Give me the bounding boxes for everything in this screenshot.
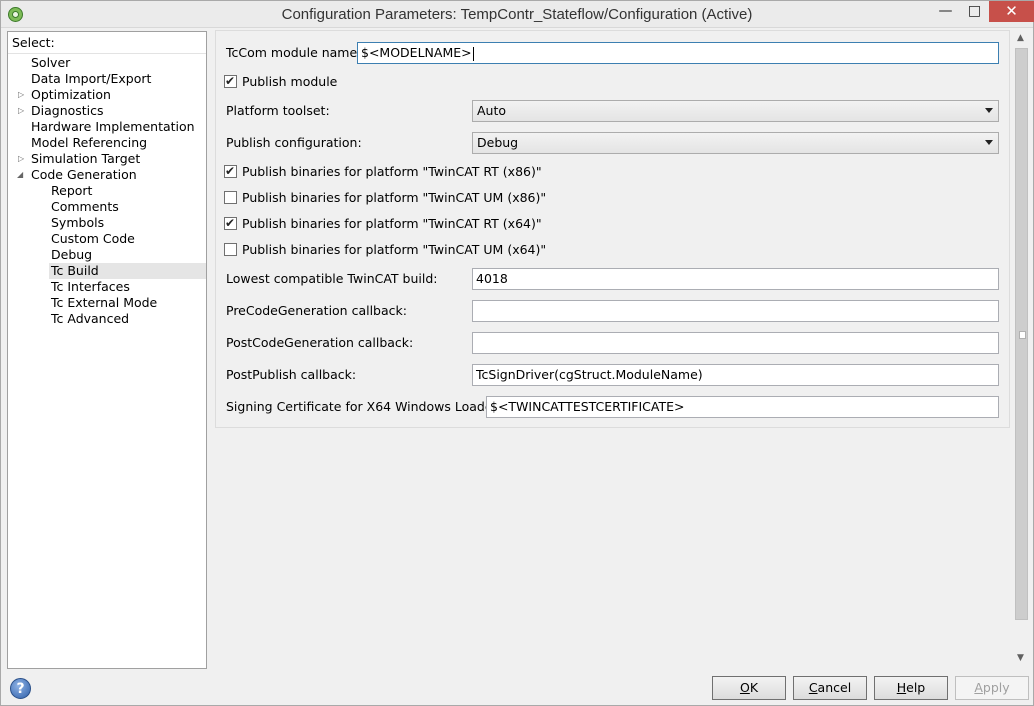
tree-item-data-import-export[interactable]: Data Import/Export xyxy=(31,71,151,87)
lowest-build-input[interactable]: 4018 xyxy=(472,268,999,290)
tree-item-symbols[interactable]: Symbols xyxy=(51,215,104,231)
scroll-down-icon[interactable]: ▼ xyxy=(1017,653,1024,663)
rt-x86-label: Publish binaries for platform "TwinCAT R… xyxy=(242,164,542,179)
tree-item-diagnostics[interactable]: Diagnostics xyxy=(31,103,104,119)
pre-callback-input[interactable] xyxy=(472,300,999,322)
apply-button[interactable]: Apply xyxy=(955,676,1029,700)
scrollbar-thumb[interactable] xyxy=(1015,48,1028,620)
scrollbar-grip xyxy=(1019,331,1026,339)
window-title: Configuration Parameters: TempContr_Stat… xyxy=(281,6,753,23)
tree-item-simulation-target[interactable]: Simulation Target xyxy=(31,151,140,167)
close-button[interactable]: ✕ xyxy=(989,1,1034,22)
um-x86-label: Publish binaries for platform "TwinCAT U… xyxy=(242,190,547,205)
dropdown-arrow-icon xyxy=(985,140,993,145)
platform-toolset-value: Auto xyxy=(477,103,507,118)
rt-x86-checkbox[interactable]: ✔ xyxy=(224,164,237,178)
pre-callback-label: PreCodeGeneration callback: xyxy=(226,303,407,318)
help-button[interactable]: Help xyxy=(874,676,948,700)
um-x64-checkbox[interactable] xyxy=(224,243,237,256)
ok-button[interactable]: OK xyxy=(712,676,786,700)
tree-item-code-generation[interactable]: Code Generation xyxy=(31,167,137,183)
category-tree: Select: Solver Data Import/Export ▷ Opti… xyxy=(7,31,207,669)
tree-item-tc-advanced[interactable]: Tc Advanced xyxy=(51,311,129,327)
publish-module-label: Publish module xyxy=(242,74,338,89)
lowest-build-label: Lowest compatible TwinCAT build: xyxy=(226,271,438,286)
checkmark-icon: ✔ xyxy=(225,74,236,88)
dropdown-arrow-icon xyxy=(985,108,993,113)
tree-item-optimization[interactable]: Optimization xyxy=(31,87,111,103)
cancel-button[interactable]: Cancel xyxy=(793,676,867,700)
um-x64-label: Publish binaries for platform "TwinCAT U… xyxy=(242,242,547,257)
post-callback-label: PostCodeGeneration callback: xyxy=(226,335,414,350)
rt-x64-label: Publish binaries for platform "TwinCAT R… xyxy=(242,216,542,231)
platform-toolset-label: Platform toolset: xyxy=(226,103,330,118)
tree-item-report[interactable]: Report xyxy=(51,183,92,199)
checkmark-icon: ✔ xyxy=(225,216,236,230)
collapse-arrow-icon[interactable]: ◢ xyxy=(17,167,27,183)
tree-item-custom-code[interactable]: Custom Code xyxy=(51,231,135,247)
signing-cert-input[interactable]: $<TWINCATTESTCERTIFICATE> xyxy=(486,396,999,418)
post-publish-label: PostPublish callback: xyxy=(226,367,357,382)
tree-item-solver[interactable]: Solver xyxy=(31,55,70,71)
publish-module-checkbox[interactable]: ✔ xyxy=(224,74,237,88)
module-name-value: $<MODELNAME> xyxy=(361,45,472,60)
publish-config-value: Debug xyxy=(477,135,519,150)
tree-header: Select: xyxy=(12,35,55,50)
tree-item-comments[interactable]: Comments xyxy=(51,199,119,215)
platform-toolset-dropdown[interactable]: Auto xyxy=(472,100,999,122)
tree-divider xyxy=(8,53,206,54)
expand-arrow-icon[interactable]: ▷ xyxy=(18,151,28,167)
tree-item-tc-interfaces[interactable]: Tc Interfaces xyxy=(51,279,130,295)
tree-item-hardware-implementation[interactable]: Hardware Implementation xyxy=(31,119,195,135)
publish-config-dropdown[interactable]: Debug xyxy=(472,132,999,154)
tree-item-tc-external-mode[interactable]: Tc External Mode xyxy=(51,295,157,311)
post-callback-input[interactable] xyxy=(472,332,999,354)
tree-item-debug[interactable]: Debug xyxy=(51,247,92,263)
rt-x64-checkbox[interactable]: ✔ xyxy=(224,216,237,230)
module-name-label: TcCom module name: xyxy=(226,45,362,60)
scroll-up-icon[interactable]: ▲ xyxy=(1017,33,1024,43)
post-publish-input[interactable]: TcSignDriver(cgStruct.ModuleName) xyxy=(472,364,999,386)
configuration-parameters-window: Configuration Parameters: TempContr_Stat… xyxy=(0,0,1034,706)
expand-arrow-icon[interactable]: ▷ xyxy=(18,103,28,119)
tree-item-tc-build[interactable]: Tc Build xyxy=(49,263,206,279)
minimize-button[interactable]: — xyxy=(932,1,959,22)
vertical-scrollbar[interactable]: ▲ ▼ xyxy=(1014,31,1030,669)
signing-cert-label: Signing Certificate for X64 Windows Load… xyxy=(226,399,502,414)
maximize-button[interactable]: □ xyxy=(961,1,988,22)
um-x86-checkbox[interactable] xyxy=(224,191,237,204)
tree-item-model-referencing[interactable]: Model Referencing xyxy=(31,135,147,151)
module-name-input[interactable]: $<MODELNAME> xyxy=(357,42,999,64)
publish-config-label: Publish configuration: xyxy=(226,135,362,150)
expand-arrow-icon[interactable]: ▷ xyxy=(18,87,28,103)
checkmark-icon: ✔ xyxy=(225,164,236,178)
title-bar[interactable]: Configuration Parameters: TempContr_Stat… xyxy=(1,1,1034,28)
text-caret xyxy=(472,46,474,61)
help-question-icon[interactable]: ? xyxy=(10,678,31,699)
